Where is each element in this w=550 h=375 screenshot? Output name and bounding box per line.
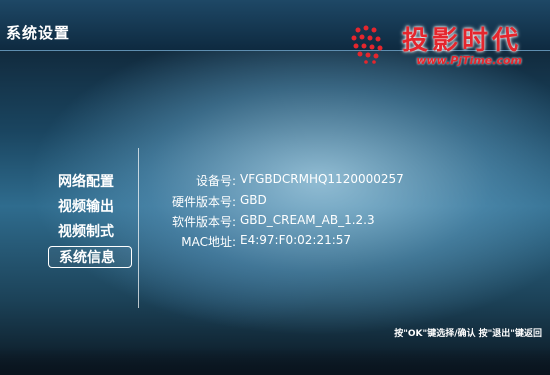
logo-brand-text: 投影时代 bbox=[401, 26, 522, 56]
info-row-device-id: 设备号: VFGBDCRMHQ1120000257 bbox=[0, 172, 550, 190]
info-label: 设备号: bbox=[195, 174, 236, 188]
info-value: E4:97:F0:02:21:57 bbox=[240, 233, 352, 247]
bottom-shade bbox=[0, 347, 550, 375]
info-row-hardware-version: 硬件版本号: GBD bbox=[0, 193, 550, 211]
key-hint: 按"OK"键选择/确认 按"退出"键返回 bbox=[394, 329, 542, 339]
brand-logo: 投影时代 www.PjTime.com bbox=[350, 18, 540, 74]
info-label: 硬件版本号: bbox=[171, 195, 236, 209]
logo-url-text: www.PjTime.com bbox=[416, 54, 522, 67]
info-label: 软件版本号: bbox=[171, 215, 236, 229]
logo-dots-icon bbox=[351, 25, 383, 64]
info-row-mac-address: MAC地址: E4:97:F0:02:21:57 bbox=[0, 233, 550, 251]
page-title: 系统设置 bbox=[6, 24, 71, 42]
info-row-software-version: 软件版本号: GBD_CREAM_AB_1.2.3 bbox=[0, 213, 550, 231]
info-value: VFGBDCRMHQ1120000257 bbox=[240, 172, 404, 186]
info-label: MAC地址: bbox=[181, 235, 236, 249]
info-value: GBD bbox=[240, 193, 267, 207]
info-value: GBD_CREAM_AB_1.2.3 bbox=[240, 213, 375, 227]
